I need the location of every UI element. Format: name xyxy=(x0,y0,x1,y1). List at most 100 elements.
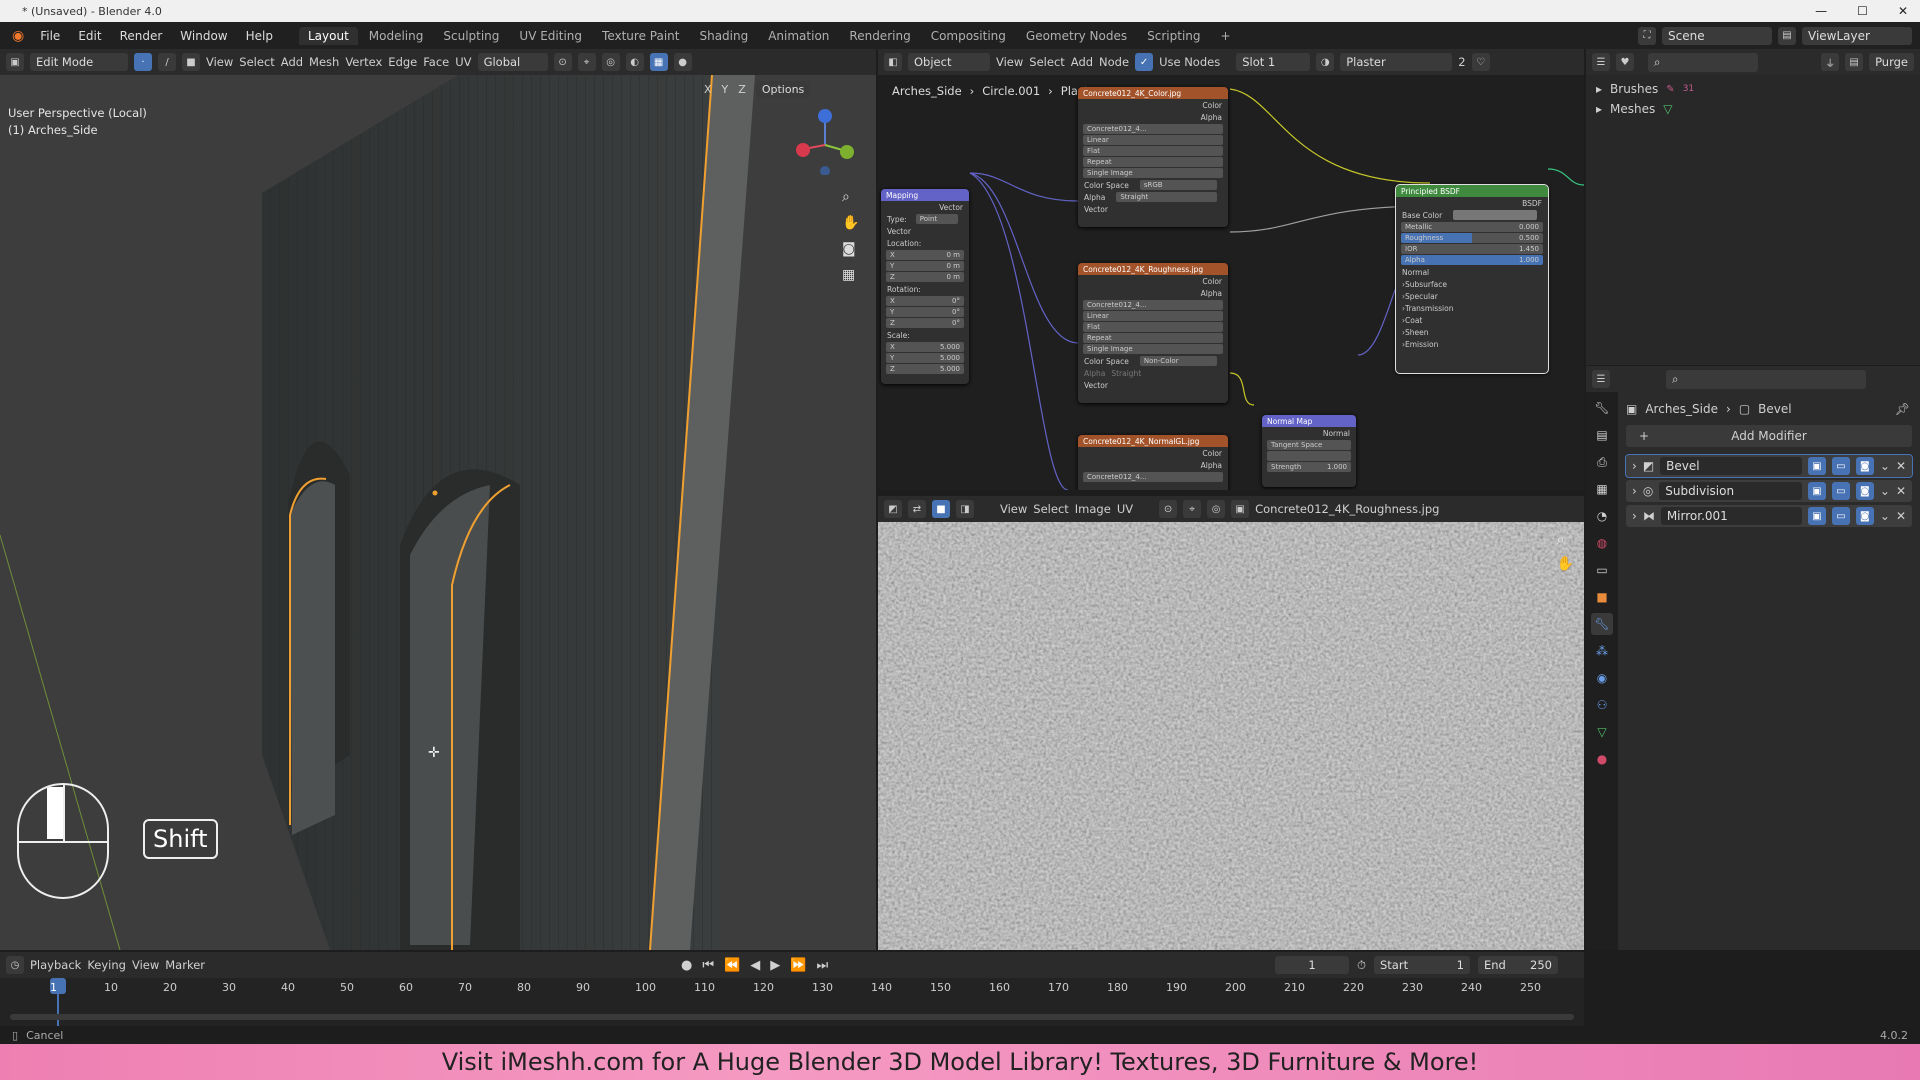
display-mode-icon[interactable]: ♥ xyxy=(1616,53,1634,71)
scene-icon[interactable]: ⛶ xyxy=(1638,26,1656,45)
overlay-icon[interactable]: ◐ xyxy=(625,53,644,71)
dropdown-chevron-icon[interactable]: ⌄ xyxy=(1880,459,1890,473)
dropdown-chevron-icon[interactable]: ⌄ xyxy=(1880,484,1890,498)
ie-proportional-icon[interactable]: ◎ xyxy=(1207,500,1226,518)
vp-menu-face[interactable]: Face xyxy=(423,55,449,69)
outliner-search-input[interactable]: ⌕ xyxy=(1648,52,1758,72)
bsdf-panel-sheen[interactable]: › Sheen xyxy=(1396,326,1548,338)
tex2-image-field[interactable]: Concrete012_4... xyxy=(1083,300,1223,310)
vp-menu-vertex[interactable]: Vertex xyxy=(345,55,382,69)
vp-menu-uv[interactable]: UV xyxy=(455,55,471,69)
uv-face-select-icon[interactable]: ■ xyxy=(932,500,950,518)
tex2-extension-dropdown[interactable]: Repeat xyxy=(1083,333,1223,343)
dropdown-chevron-icon[interactable]: ⌄ xyxy=(1880,509,1890,523)
node-editor-canvas[interactable]: Arches_Side › Circle.001 › Plaster Mappi… xyxy=(878,75,1584,490)
vp-menu-mesh[interactable]: Mesh xyxy=(309,55,339,69)
ie-menu-select[interactable]: Select xyxy=(1033,502,1068,516)
principled-bsdf-node[interactable]: Principled BSDF BSDF Base Color Metallic… xyxy=(1395,184,1549,374)
modifier-bevel[interactable]: › ◩ Bevel ▣ ▭ ◙ ⌄ ✕ xyxy=(1625,454,1913,478)
modifier-subdivision[interactable]: › ◎ Subdivision ▣ ▭ ◙ ⌄ ✕ xyxy=(1626,480,1912,502)
start-frame-field[interactable]: Start 1 xyxy=(1374,956,1470,974)
editor-type-icon[interactable]: ▣ xyxy=(6,53,24,71)
menu-file[interactable]: File xyxy=(32,29,68,43)
bsdf-panel-transmission[interactable]: › Transmission xyxy=(1396,302,1548,314)
node-editor-type-icon[interactable]: ◧ xyxy=(884,53,902,71)
timeline-ruler[interactable]: 1 10 20 30 40 50 60 70 80 90 100 110 120 130 140 150 160… xyxy=(0,978,1584,1032)
vp-menu-add[interactable]: Add xyxy=(281,55,303,69)
ne-menu-node[interactable]: Node xyxy=(1099,55,1129,69)
world-tab-icon[interactable]: ◍ xyxy=(1591,532,1613,554)
record-icon[interactable]: ● xyxy=(681,958,692,973)
minimize-icon[interactable]: — xyxy=(1815,4,1827,18)
ne-menu-select[interactable]: Select xyxy=(1029,55,1064,69)
ie-menu-view[interactable]: View xyxy=(1000,502,1027,516)
tab-sculpting[interactable]: Sculpting xyxy=(434,27,508,45)
particles-tab-icon[interactable]: ⁂ xyxy=(1591,640,1613,662)
mapping-scale-z[interactable]: Z 5.000 xyxy=(886,364,964,374)
uv-sync-icon[interactable]: ⇄ xyxy=(908,500,926,518)
editmode-toggle-icon[interactable]: ▣ xyxy=(1807,457,1826,475)
bsdf-ior-field[interactable]: IOR 1.450 xyxy=(1401,244,1543,254)
mapping-scale-y[interactable]: Y 5.000 xyxy=(886,353,964,363)
tex3-image-field[interactable]: Concrete012_4... xyxy=(1083,472,1223,482)
tl-menu-marker[interactable]: Marker xyxy=(165,958,205,972)
image-name-field[interactable]: Concrete012_4K_Roughness.jpg xyxy=(1255,502,1439,516)
bsdf-panel-emission[interactable]: › Emission xyxy=(1396,338,1548,350)
expand-arrow-icon[interactable]: › xyxy=(1632,509,1637,523)
scene-selector[interactable]: Scene xyxy=(1662,26,1772,45)
ie-menu-image[interactable]: Image xyxy=(1075,502,1111,516)
bsdf-panel-specular[interactable]: › Specular xyxy=(1396,290,1548,302)
mapping-node[interactable]: Mapping Vector Type: Point Vector Locatio… xyxy=(881,189,969,384)
viewport-toggle-icon[interactable]: ▭ xyxy=(1831,482,1850,500)
render-toggle-icon[interactable]: ◙ xyxy=(1855,457,1874,475)
material-sphere-icon[interactable]: ◑ xyxy=(1316,53,1335,71)
expand-arrow-icon[interactable]: › xyxy=(1632,459,1637,473)
vp-menu-edge[interactable]: Edge xyxy=(388,55,417,69)
render-toggle-icon[interactable]: ◙ xyxy=(1855,507,1874,525)
vertex-select-icon[interactable]: · xyxy=(134,53,152,71)
close-icon[interactable]: ✕ xyxy=(1898,4,1908,18)
stopwatch-icon[interactable]: ⏱ xyxy=(1357,958,1366,973)
tab-modeling[interactable]: Modeling xyxy=(360,27,433,45)
purge-button[interactable]: Purge xyxy=(1869,53,1914,71)
ortho-grid-icon[interactable]: ▦ xyxy=(842,267,859,283)
ie-pivot-icon[interactable]: ⊙ xyxy=(1159,500,1178,518)
image-browse-icon[interactable]: ▣ xyxy=(1231,500,1250,518)
view-layer-tab-icon[interactable]: ▦ xyxy=(1591,478,1613,500)
normal-texture-node[interactable]: Concrete012_4K_NormalGL.jpg Color Alpha … xyxy=(1078,435,1228,490)
face-select-icon[interactable]: ■ xyxy=(182,53,200,71)
image-editor-view[interactable]: ⌕ ✋ xyxy=(878,522,1584,950)
use-nodes-checkbox[interactable]: ✓ xyxy=(1135,53,1154,71)
scene-tab-icon[interactable]: ◔ xyxy=(1591,505,1613,527)
shader-type-selector[interactable]: Object xyxy=(908,53,990,71)
tool-tab-icon[interactable]: 🔧︎ xyxy=(1591,397,1613,419)
render-tab-icon[interactable]: ▤ xyxy=(1591,424,1613,446)
viewlayer-selector[interactable]: ViewLayer xyxy=(1802,26,1912,45)
editmode-toggle-icon[interactable]: ▣ xyxy=(1807,482,1826,500)
outliner-new-icon[interactable]: ▤ xyxy=(1845,53,1864,71)
mapping-rot-y[interactable]: Y 0° xyxy=(886,307,964,317)
tex1-interp-dropdown[interactable]: Linear xyxy=(1083,135,1223,145)
tex2-source-dropdown[interactable]: Single Image xyxy=(1083,344,1223,354)
tab-uv-editing[interactable]: UV Editing xyxy=(510,27,591,45)
end-frame-field[interactable]: End 250 xyxy=(1478,956,1558,974)
tex1-alpha-dropdown[interactable]: Straight xyxy=(1116,192,1217,202)
roughness-texture-node[interactable]: Concrete012_4K_Roughness.jpg Color Alpha… xyxy=(1078,263,1228,403)
outliner-filter-icon[interactable]: ⏚ xyxy=(1821,53,1840,71)
proportional-icon[interactable]: ◎ xyxy=(601,53,620,71)
tab-compositing[interactable]: Compositing xyxy=(922,27,1015,45)
ie-zoom-icon[interactable]: ⌕ xyxy=(1557,532,1574,548)
blender-logo-icon[interactable]: ◉ xyxy=(6,28,30,44)
axis-y-toggle[interactable]: Y xyxy=(722,83,729,96)
remove-modifier-icon[interactable]: ✕ xyxy=(1896,509,1906,523)
remove-modifier-icon[interactable]: ✕ xyxy=(1896,484,1906,498)
material-tab-icon[interactable]: ● xyxy=(1591,748,1613,770)
mapping-rot-x[interactable]: X 0° xyxy=(886,296,964,306)
timeline-scrollbar[interactable] xyxy=(10,1014,1574,1020)
image-editor-type-icon[interactable]: ◩ xyxy=(884,500,902,518)
tab-texture-paint[interactable]: Texture Paint xyxy=(593,27,688,45)
pivot-icon[interactable]: ⊙ xyxy=(553,53,572,71)
outliner-type-icon[interactable]: ☰ xyxy=(1592,53,1610,71)
viewport-toggle-icon[interactable]: ▭ xyxy=(1831,457,1850,475)
xray-icon[interactable]: ▦ xyxy=(649,53,668,71)
